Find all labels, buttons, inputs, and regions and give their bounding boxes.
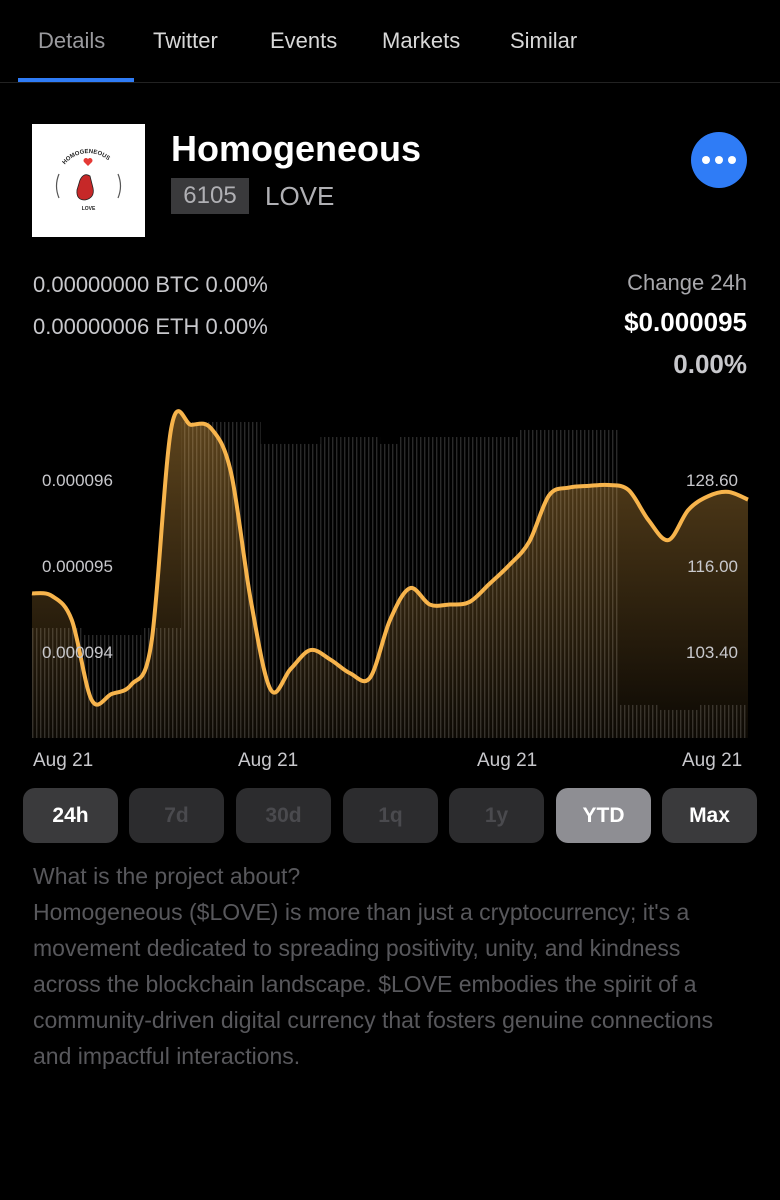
description-body: Homogeneous ($LOVE) is more than just a … (33, 899, 714, 1069)
range-7d-button[interactable]: 7d (129, 788, 224, 843)
right-tick: 116.00 (687, 557, 738, 576)
dot-icon (728, 156, 736, 164)
price-chart[interactable]: 0.000096 0.000095 0.000094 128.60 116.00… (0, 400, 780, 745)
range-30d-button[interactable]: 30d (236, 788, 331, 843)
change-percent: 0.00% (673, 349, 747, 379)
project-description: What is the project about? Homogeneous (… (33, 858, 753, 1074)
x-tick: Aug 21 (238, 750, 299, 771)
change-label: Change 24h (627, 270, 747, 295)
right-tick: 103.40 (686, 643, 738, 662)
range-1q-button[interactable]: 1q (343, 788, 438, 843)
tab-details[interactable]: Details (38, 28, 105, 54)
range-max-button[interactable]: Max (662, 788, 757, 843)
range-ytd-button[interactable]: YTD (556, 788, 651, 843)
right-tick: 128.60 (686, 471, 738, 490)
change-value: $0.000095 (624, 307, 747, 337)
range-1y-button[interactable]: 1y (449, 788, 544, 843)
x-tick: Aug 21 (477, 750, 538, 771)
active-tab-indicator (18, 78, 134, 82)
tab-events[interactable]: Events (270, 28, 337, 54)
range-24h-button[interactable]: 24h (23, 788, 118, 843)
left-tick: 0.000096 (42, 471, 113, 490)
coin-symbol: LOVE (265, 181, 335, 211)
description-heading: What is the project about? (33, 863, 301, 889)
dot-icon (715, 156, 723, 164)
svg-text:LOVE: LOVE (82, 206, 96, 212)
x-tick: Aug 21 (682, 750, 743, 771)
coin-name: Homogeneous (171, 128, 422, 169)
btc-conversion: 0.00000000 BTC 0.00% (33, 272, 268, 297)
tab-bar: Details Twitter Events Markets Similar (0, 0, 780, 83)
dot-icon (702, 156, 710, 164)
tab-twitter[interactable]: Twitter (153, 28, 218, 54)
coin-logo: HOMOGENEOUS LOVE (32, 124, 145, 237)
x-tick: Aug 21 (33, 750, 94, 771)
tab-markets[interactable]: Markets (382, 28, 460, 54)
left-tick: 0.000095 (42, 557, 113, 576)
tab-similar[interactable]: Similar (510, 28, 577, 54)
more-options-button[interactable] (691, 132, 747, 188)
rank-badge: 6105 (171, 178, 249, 214)
left-tick: 0.000094 (42, 643, 113, 662)
eth-conversion: 0.00000006 ETH 0.00% (33, 314, 268, 339)
